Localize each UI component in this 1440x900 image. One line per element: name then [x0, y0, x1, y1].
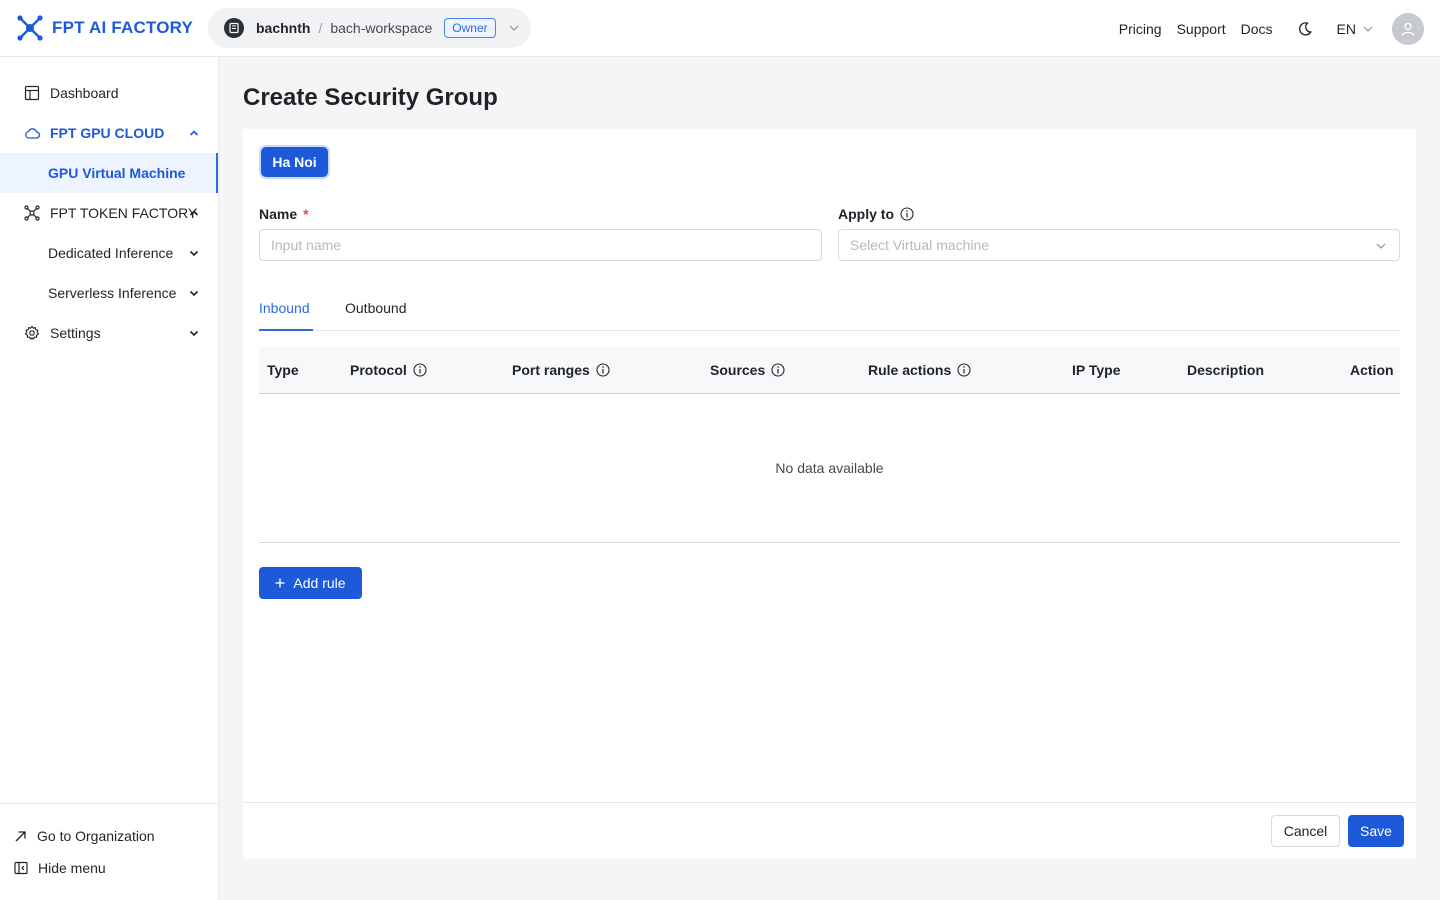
info-icon[interactable]: [900, 207, 914, 221]
cancel-button[interactable]: Cancel: [1271, 815, 1340, 847]
chevron-up-icon: [189, 210, 199, 216]
column-label: IP Type: [1072, 362, 1121, 378]
sidebar-footer: Go to Organization Hide menu: [0, 803, 218, 900]
name-label-text: Name: [259, 206, 298, 222]
column-header-description: Description: [1187, 362, 1264, 378]
go-to-organization-label: Go to Organization: [37, 828, 155, 844]
column-header-protocol: Protocol: [350, 362, 427, 378]
moon-icon: [1298, 21, 1312, 36]
sidebar-item-settings[interactable]: Settings: [0, 313, 218, 353]
table-divider: [259, 542, 1400, 543]
chevron-down-icon: [509, 25, 519, 31]
network-icon: [24, 205, 40, 221]
required-mark: *: [303, 206, 309, 222]
name-input[interactable]: [259, 229, 822, 261]
column-label: Action: [1350, 362, 1394, 378]
user-icon: [1401, 22, 1415, 36]
collapse-sidebar-icon: [14, 861, 28, 875]
sidebar-item-gpu-vm[interactable]: GPU Virtual Machine: [0, 153, 218, 193]
workspace-separator: /: [318, 20, 323, 36]
info-icon[interactable]: [596, 363, 610, 377]
column-header-ip-type: IP Type: [1072, 362, 1121, 378]
apply-to-placeholder: Select Virtual machine: [850, 237, 990, 253]
rules-table-header: Type Protocol Port ranges Sources Rule a…: [259, 347, 1400, 394]
info-icon[interactable]: [413, 363, 427, 377]
column-label: Description: [1187, 362, 1265, 378]
save-button[interactable]: Save: [1348, 815, 1404, 847]
go-to-organization-link[interactable]: Go to Organization: [14, 828, 155, 844]
workspace-user: bachnth: [256, 20, 311, 36]
hide-menu-button[interactable]: Hide menu: [14, 860, 106, 876]
chevron-down-icon: [189, 250, 199, 257]
sidebar-item-dedicated-inference[interactable]: Dedicated Inference: [0, 233, 218, 273]
workspace-icon: [224, 18, 244, 38]
apply-to-select[interactable]: Select Virtual machine: [838, 229, 1400, 261]
tab-outbound[interactable]: Outbound: [345, 300, 407, 316]
column-label: Type: [267, 362, 299, 378]
dashboard-icon: [24, 85, 40, 101]
footer-divider: [243, 802, 1416, 803]
docs-link[interactable]: Docs: [1241, 21, 1273, 37]
arrow-up-right-icon: [15, 830, 26, 841]
support-link[interactable]: Support: [1177, 21, 1226, 37]
name-label: Name *: [259, 206, 309, 222]
column-header-rule-actions: Rule actions: [868, 362, 971, 378]
sidebar-item-label: GPU Virtual Machine: [48, 165, 186, 181]
apply-to-label: Apply to: [838, 206, 914, 222]
column-header-port-ranges: Port ranges: [512, 362, 610, 378]
user-avatar[interactable]: [1392, 12, 1424, 45]
info-icon[interactable]: [771, 363, 785, 377]
column-header-sources: Sources: [710, 362, 785, 378]
brand-name: FPT AI FACTORY: [52, 18, 194, 37]
add-rule-button[interactable]: Add rule: [259, 567, 362, 599]
sidebar-item-label: FPT TOKEN FACTORY: [50, 205, 198, 221]
pricing-link[interactable]: Pricing: [1119, 21, 1162, 37]
top-header: FPT AI FACTORY bachnth / bach-workspace …: [0, 0, 1440, 57]
tab-inbound[interactable]: Inbound: [259, 300, 310, 316]
chevron-down-icon: [189, 330, 199, 337]
sidebar-item-serverless-inference[interactable]: Serverless Inference: [0, 273, 218, 313]
brand-logo[interactable]: FPT AI FACTORY: [16, 14, 193, 42]
cloud-icon: [25, 128, 41, 139]
column-header-type: Type: [267, 362, 299, 378]
hide-menu-label: Hide menu: [38, 860, 106, 876]
chevron-down-icon: [1363, 26, 1373, 32]
add-rule-label: Add rule: [293, 575, 346, 591]
language-selector[interactable]: EN: [1337, 21, 1374, 37]
chevron-up-icon: [189, 130, 199, 136]
active-tab-indicator: [259, 329, 313, 331]
page-title: Create Security Group: [243, 84, 498, 111]
column-label: Rule actions: [868, 362, 952, 378]
column-label: Sources: [710, 362, 766, 378]
create-form-card: Ha Noi Name * Apply to Select Virtual ma…: [243, 129, 1416, 859]
chevron-down-icon: [1376, 243, 1386, 249]
sidebar-item-label: Settings: [50, 325, 101, 341]
chevron-down-icon: [189, 290, 199, 297]
rule-direction-tabs: Inbound Outbound: [259, 289, 1400, 331]
sidebar: Dashboard FPT GPU CLOUD GPU Virtual Mach…: [0, 57, 219, 900]
plus-icon: [275, 578, 285, 588]
empty-state-text: No data available: [775, 460, 884, 476]
sidebar-item-label: Serverless Inference: [48, 285, 177, 301]
gear-icon: [24, 325, 40, 340]
fpt-logo-icon: [17, 15, 43, 41]
info-icon[interactable]: [957, 363, 971, 377]
sidebar-item-label: Dedicated Inference: [48, 245, 174, 261]
sidebar-item-label: FPT GPU CLOUD: [50, 125, 165, 141]
sidebar-item-token-factory[interactable]: FPT TOKEN FACTORY: [0, 193, 218, 233]
column-label: Protocol: [350, 362, 407, 378]
column-label: Port ranges: [512, 362, 590, 378]
language-label: EN: [1336, 20, 1356, 37]
apply-to-label-text: Apply to: [838, 206, 894, 222]
header-actions: Pricing Support Docs EN: [1119, 0, 1440, 57]
role-badge: Owner: [444, 18, 496, 38]
workspace-name: bach-workspace: [330, 20, 433, 36]
theme-toggle[interactable]: [1297, 21, 1313, 37]
sidebar-item-dashboard[interactable]: Dashboard: [0, 73, 218, 113]
sidebar-item-label: Dashboard: [50, 85, 119, 101]
column-header-action: Action: [1350, 362, 1394, 378]
region-tab-ha-noi[interactable]: Ha Noi: [261, 147, 328, 177]
workspace-switcher[interactable]: bachnth / bach-workspace Owner: [208, 8, 531, 48]
sidebar-item-gpu-cloud[interactable]: FPT GPU CLOUD: [0, 113, 218, 153]
